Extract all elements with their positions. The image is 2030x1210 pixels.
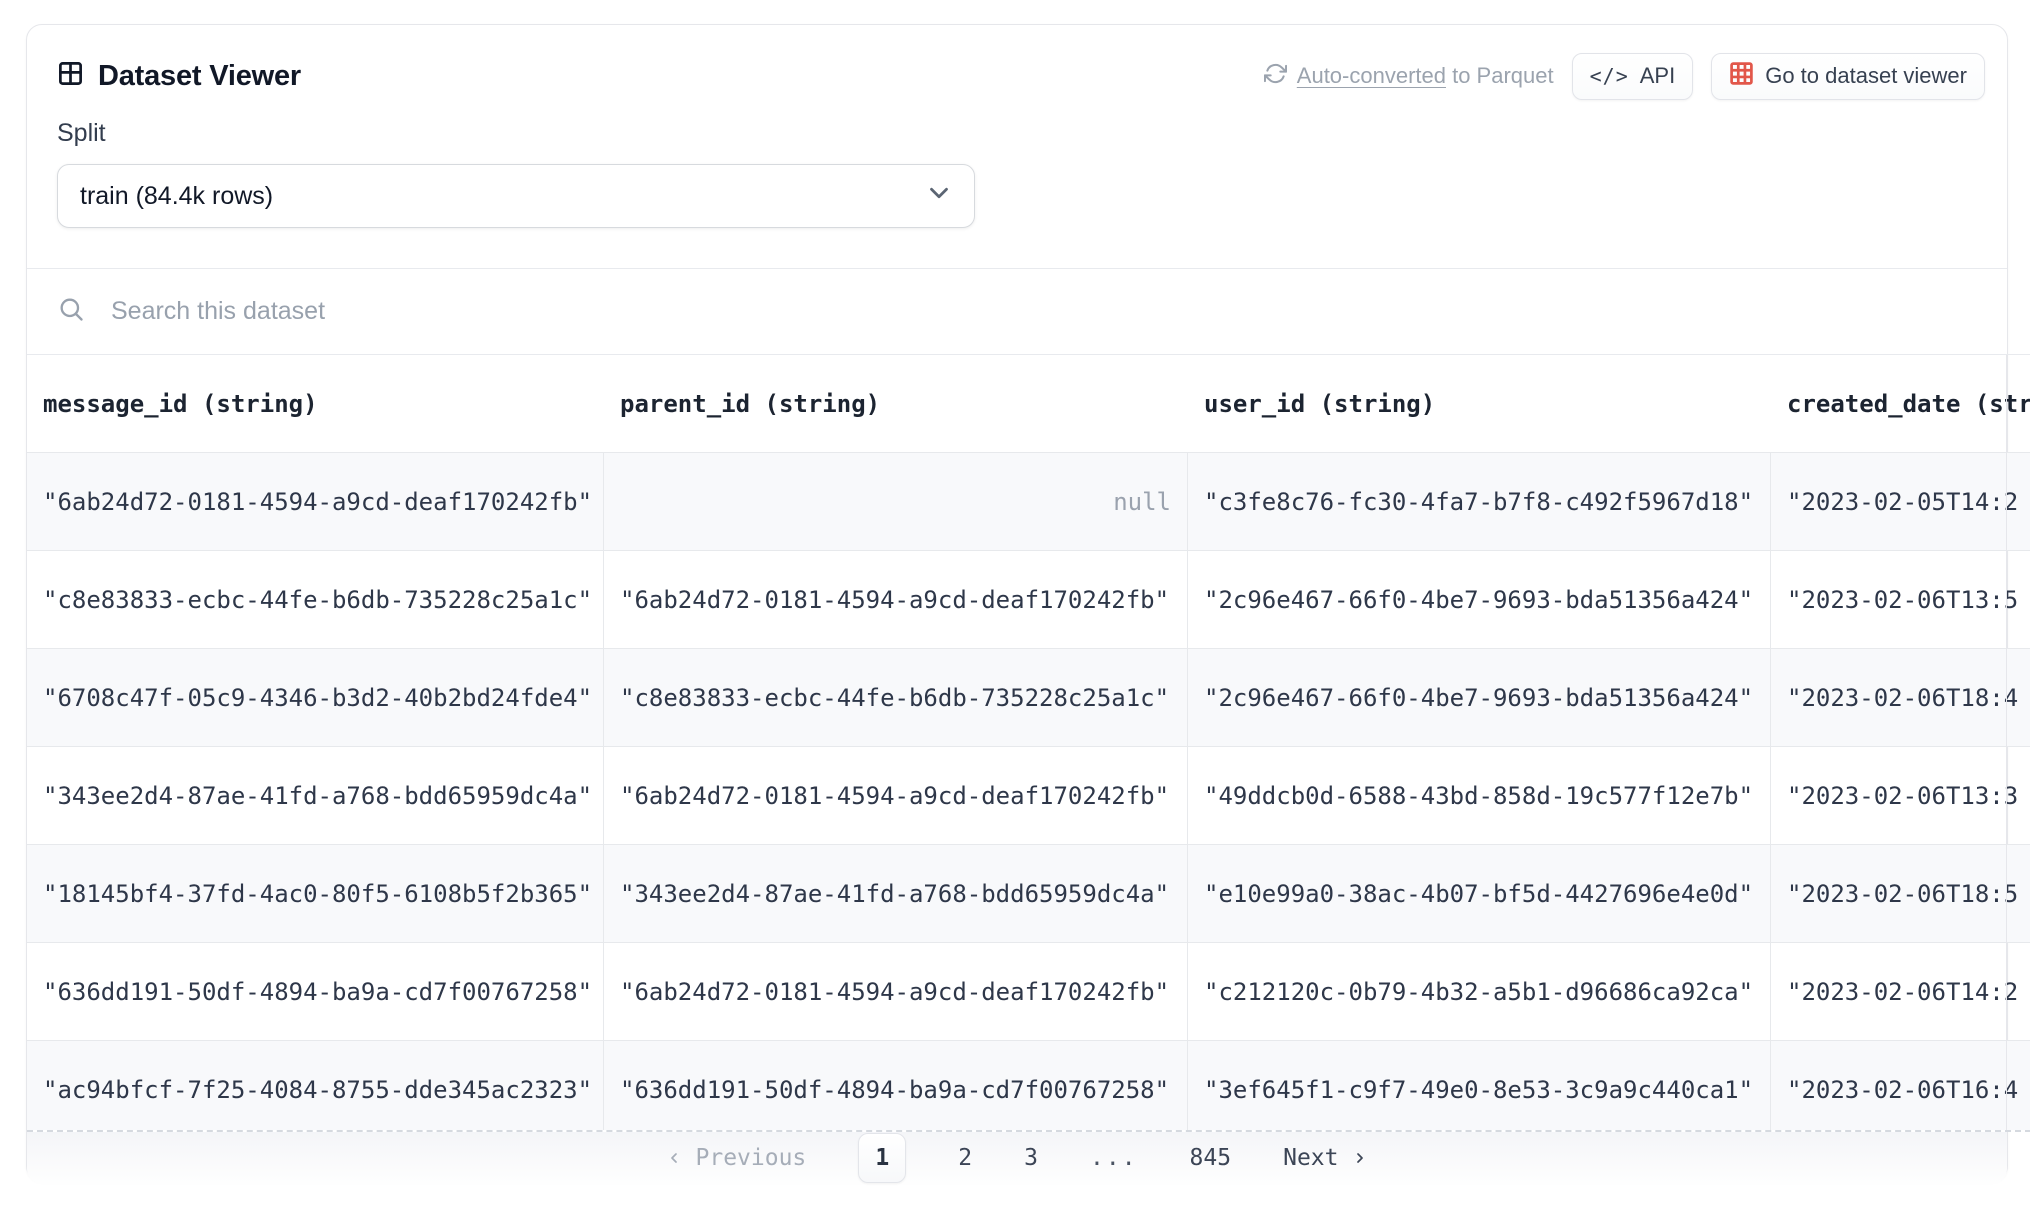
column-header-3: created_date (string) bbox=[1771, 355, 2030, 452]
page-button-3[interactable]: 3 bbox=[1024, 1145, 1038, 1171]
table-cell: "c3fe8c76-fc30-4fa7-b7f8-c492f5967d18" bbox=[1188, 453, 1771, 550]
column-header-0: message_id (string) bbox=[27, 355, 604, 452]
table-cell: "c212120c-0b79-4b32-a5b1-d96686ca92ca" bbox=[1188, 943, 1771, 1040]
chevron-down-icon bbox=[924, 178, 954, 215]
refresh-icon bbox=[1264, 62, 1287, 91]
table-cell: "343ee2d4-87ae-41fd-a768-bdd65959dc4a" bbox=[27, 747, 604, 844]
table-row: "343ee2d4-87ae-41fd-a768-bdd65959dc4a""6… bbox=[27, 746, 2030, 844]
previous-page-button[interactable]: Previous bbox=[666, 1145, 807, 1171]
split-select[interactable]: train (84.4k rows) bbox=[57, 164, 975, 228]
split-select-value: train (84.4k rows) bbox=[80, 182, 273, 211]
table-row: "18145bf4-37fd-4ac0-80f5-6108b5f2b365""3… bbox=[27, 844, 2030, 942]
table-header-row: message_id (string)parent_id (string)use… bbox=[27, 355, 2030, 452]
next-page-button[interactable]: Next bbox=[1283, 1145, 1368, 1171]
table-grid-icon bbox=[57, 60, 84, 92]
table-row: "c8e83833-ecbc-44fe-b6db-735228c25a1c""6… bbox=[27, 550, 2030, 648]
table-cell: "2c96e467-66f0-4be7-9693-bda51356a424" bbox=[1188, 649, 1771, 746]
table-cell: "6ab24d72-0181-4594-a9cd-deaf170242fb" bbox=[604, 551, 1188, 648]
split-label: Split bbox=[57, 119, 2007, 148]
table-row: "ac94bfcf-7f25-4084-8755-dde345ac2323""6… bbox=[27, 1040, 2030, 1130]
table-cell: "3ef645f1-c9f7-49e0-8e53-3c9a9c440ca1" bbox=[1188, 1041, 1771, 1130]
table-cell: "2023-02-05T14:2 bbox=[1771, 453, 2030, 550]
table-cell: "ac94bfcf-7f25-4084-8755-dde345ac2323" bbox=[27, 1041, 604, 1130]
table-cell: "2023-02-06T13:3 bbox=[1771, 747, 2030, 844]
card-header: Dataset Viewer Auto-converted to Parquet… bbox=[27, 25, 2007, 105]
code-icon: </> bbox=[1590, 64, 1629, 88]
table-cell: "c8e83833-ecbc-44fe-b6db-735228c25a1c" bbox=[27, 551, 604, 648]
page-button-1[interactable]: 1 bbox=[858, 1133, 906, 1183]
table-cell: "2023-02-06T16:4 bbox=[1771, 1041, 2030, 1130]
table-cell: "6ab24d72-0181-4594-a9cd-deaf170242fb" bbox=[604, 943, 1188, 1040]
red-grid-icon bbox=[1729, 61, 1754, 92]
page-buttons: 1 2 3... 845 bbox=[858, 1133, 1231, 1183]
column-header-2: user_id (string) bbox=[1188, 355, 1771, 452]
chevron-left-icon bbox=[666, 1150, 682, 1166]
table-cell: "343ee2d4-87ae-41fd-a768-bdd65959dc4a" bbox=[604, 845, 1188, 942]
table-cell: "e10e99a0-38ac-4b07-bf5d-4427696e4e0d" bbox=[1188, 845, 1771, 942]
table-row: "6708c47f-05c9-4346-b3d2-40b2bd24fde4""c… bbox=[27, 648, 2030, 746]
page-title: Dataset Viewer bbox=[98, 60, 301, 93]
table-cell: "6ab24d72-0181-4594-a9cd-deaf170242fb" bbox=[27, 453, 604, 550]
data-table: message_id (string)parent_id (string)use… bbox=[27, 354, 2030, 1130]
search-row bbox=[27, 268, 2007, 354]
table-cell: "2023-02-06T18:5 bbox=[1771, 845, 2030, 942]
table-cell: "2c96e467-66f0-4be7-9693-bda51356a424" bbox=[1188, 551, 1771, 648]
table-cell: "6708c47f-05c9-4346-b3d2-40b2bd24fde4" bbox=[27, 649, 604, 746]
table-cell: "636dd191-50df-4894-ba9a-cd7f00767258" bbox=[604, 1041, 1188, 1130]
table-cell: "18145bf4-37fd-4ac0-80f5-6108b5f2b365" bbox=[27, 845, 604, 942]
search-icon bbox=[57, 295, 85, 328]
api-button[interactable]: </> API bbox=[1572, 53, 1694, 100]
table-cell: "6ab24d72-0181-4594-a9cd-deaf170242fb" bbox=[604, 747, 1188, 844]
table-row: "6ab24d72-0181-4594-a9cd-deaf170242fb"nu… bbox=[27, 452, 2030, 550]
table-row: "636dd191-50df-4894-ba9a-cd7f00767258""6… bbox=[27, 942, 2030, 1040]
pagination-bar: Previous 1 2 3... 845 Next bbox=[27, 1132, 2007, 1184]
auto-converted-label: Auto-converted to Parquet bbox=[1297, 63, 1554, 89]
page-button-2[interactable]: 2 bbox=[958, 1145, 972, 1171]
chevron-right-icon bbox=[1352, 1150, 1368, 1166]
goto-dataset-viewer-label: Go to dataset viewer bbox=[1765, 63, 1967, 89]
header-actions: Auto-converted to Parquet </> API Go to … bbox=[1264, 53, 1985, 100]
table-cell: "2023-02-06T18:4 bbox=[1771, 649, 2030, 746]
table-cell: "c8e83833-ecbc-44fe-b6db-735228c25a1c" bbox=[604, 649, 1188, 746]
dataset-viewer-card: Dataset Viewer Auto-converted to Parquet… bbox=[26, 24, 2008, 1182]
goto-dataset-viewer-button[interactable]: Go to dataset viewer bbox=[1711, 53, 1985, 100]
table-cell: "2023-02-06T13:5 bbox=[1771, 551, 2030, 648]
page-button-845[interactable]: 845 bbox=[1190, 1145, 1232, 1171]
column-header-1: parent_id (string) bbox=[604, 355, 1188, 452]
api-button-label: API bbox=[1640, 63, 1675, 89]
table-body: "6ab24d72-0181-4594-a9cd-deaf170242fb"nu… bbox=[27, 452, 2030, 1130]
table-cell: "636dd191-50df-4894-ba9a-cd7f00767258" bbox=[27, 943, 604, 1040]
table-cell: "49ddcb0d-6588-43bd-858d-19c577f12e7b" bbox=[1188, 747, 1771, 844]
pagination-ellipsis: ... bbox=[1090, 1145, 1138, 1171]
auto-converted-link[interactable]: Auto-converted to Parquet bbox=[1264, 62, 1554, 91]
card-right-border-overlay bbox=[2006, 355, 2007, 1130]
table-cell: "2023-02-06T14:2 bbox=[1771, 943, 2030, 1040]
title-group: Dataset Viewer bbox=[57, 60, 301, 93]
search-input[interactable] bbox=[109, 296, 1977, 327]
table-cell: null bbox=[604, 453, 1188, 550]
